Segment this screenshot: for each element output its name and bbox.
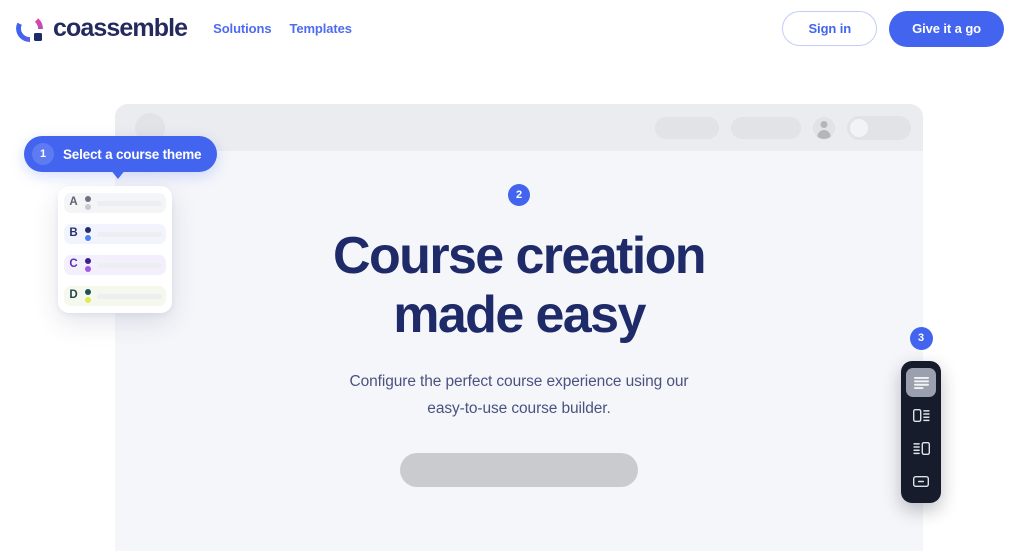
theme-swatch-dots — [85, 227, 91, 241]
callout-label: Select a course theme — [63, 146, 202, 162]
landing-page: coassemble Solutions Templates Sign in G… — [0, 0, 1024, 551]
hero-title-line-1: Course creation — [333, 227, 707, 285]
cta-button-placeholder[interactable] — [400, 453, 638, 488]
theme-swatch-dots — [85, 258, 91, 272]
callout-select-course-theme: 1 Select a course theme — [24, 136, 218, 179]
theme-letter: A — [69, 196, 78, 209]
layout-button-block-button[interactable] — [906, 467, 936, 496]
nav-item-templates[interactable]: Templates — [289, 21, 352, 36]
theme-option-d[interactable]: D — [64, 286, 166, 306]
layout-toolbar-group: 3 — [901, 327, 941, 503]
brand-logo[interactable]: coassemble — [16, 14, 188, 43]
site-header: coassemble Solutions Templates Sign in G… — [0, 0, 1024, 57]
coassemble-logo-icon — [16, 15, 44, 43]
toggle-placeholder-pill — [847, 115, 911, 140]
theme-swatch-dots — [85, 196, 91, 210]
sign-in-button[interactable]: Sign in — [782, 11, 878, 46]
give-it-a-go-button[interactable]: Give it a go — [889, 10, 1004, 47]
layout-media-left-button[interactable] — [906, 401, 936, 430]
theme-name-placeholder — [97, 200, 162, 206]
product-preview-window: 2 Course creation made easy Configure th… — [115, 104, 923, 551]
theme-name-placeholder — [97, 231, 162, 237]
layout-text-only-button[interactable] — [906, 368, 936, 397]
theme-swatch-dots — [85, 289, 91, 303]
hero-subtitle-line-2: easy-to-use course builder. — [427, 399, 611, 417]
step-badge-3: 3 — [909, 327, 933, 350]
nav-placeholder-pill — [655, 116, 719, 139]
nav-placeholder-pill — [731, 116, 801, 139]
nav-item-solutions[interactable]: Solutions — [213, 21, 271, 36]
preview-topbar — [115, 104, 923, 151]
step-badge-2: 2 — [508, 184, 530, 206]
hero-subtitle-line-1: Configure the perfect course experience … — [349, 373, 689, 390]
theme-letter: D — [69, 289, 78, 302]
theme-option-c[interactable]: C — [64, 255, 166, 275]
header-actions: Sign in Give it a go — [782, 10, 1004, 47]
theme-picker-card: A B C D — [58, 186, 172, 313]
callout-bubble[interactable]: 1 Select a course theme — [24, 136, 218, 179]
main-nav: Solutions Templates — [213, 21, 352, 36]
theme-name-placeholder — [97, 262, 162, 268]
step-badge-1: 1 — [32, 143, 54, 165]
hero-subtitle: Configure the perfect course experience … — [115, 369, 923, 422]
user-avatar-icon — [813, 116, 835, 139]
preview-topbar-actions — [655, 115, 911, 140]
button-block-icon — [913, 476, 929, 487]
theme-letter: B — [69, 227, 78, 240]
theme-letter: C — [69, 258, 78, 271]
layout-toolbar — [901, 361, 941, 503]
theme-name-placeholder — [97, 293, 162, 299]
text-lines-icon — [913, 376, 929, 389]
layout-media-right-button[interactable] — [906, 434, 936, 463]
preview-hero: 2 Course creation made easy Configure th… — [115, 151, 923, 551]
page-title: Course creation made easy — [115, 230, 923, 341]
media-left-icon — [912, 409, 930, 422]
theme-option-a[interactable]: A — [64, 193, 166, 213]
hero-title-line-2: made easy — [393, 286, 646, 344]
media-right-icon — [912, 442, 930, 455]
brand-name: coassemble — [53, 14, 188, 42]
theme-option-b[interactable]: B — [64, 224, 166, 244]
